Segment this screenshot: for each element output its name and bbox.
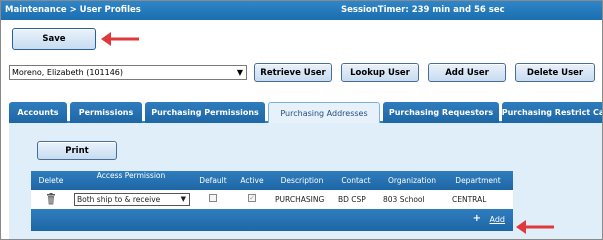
table-row: Both ship to & receive ▼ ✓ PURCHASING BD…	[31, 190, 513, 209]
column-header-description: Description	[280, 176, 324, 185]
cell-description: PURCHASING	[275, 195, 325, 204]
column-header-contact: Contact	[341, 176, 371, 185]
print-button[interactable]: Print	[37, 141, 117, 160]
access-permission-select[interactable]: Both ship to & receive ▼	[74, 193, 190, 206]
user-select[interactable]: Moreno, Elizabeth (101146) ▼	[9, 65, 247, 80]
add-user-button[interactable]: Add User	[428, 63, 506, 82]
column-header-default: Default	[199, 176, 227, 185]
tab-permissions[interactable]: Permissions	[70, 102, 142, 123]
add-link[interactable]: Add	[490, 215, 506, 224]
red-arrow-icon	[101, 32, 139, 46]
column-header-active: Active	[240, 176, 264, 185]
trash-icon[interactable]	[46, 193, 56, 205]
column-header-organization: Organization	[388, 176, 436, 185]
column-header-delete: Delete	[38, 176, 64, 185]
tab-purchasing-permissions[interactable]: Purchasing Permissions	[145, 102, 265, 123]
cell-organization: 803 School	[383, 195, 425, 204]
session-timer: SessionTimer: 239 min and 56 sec	[341, 5, 505, 15]
top-bar: Maintenance > User Profiles SessionTimer…	[1, 1, 602, 20]
grid-footer: + Add	[31, 209, 513, 231]
dropdown-caret-icon: ▼	[236, 68, 243, 77]
delete-user-button[interactable]: Delete User	[515, 63, 595, 82]
column-header-department: Department	[455, 176, 501, 185]
tab-purchasing-restrict-categories[interactable]: Purchasing Restrict Ca	[502, 102, 602, 123]
tab-accounts[interactable]: Accounts	[9, 102, 67, 123]
grid-header: Delete Access Permission Default Active …	[31, 171, 513, 190]
retrieve-user-button[interactable]: Retrieve User	[254, 63, 332, 82]
user-select-value: Moreno, Elizabeth (101146)	[12, 68, 124, 77]
default-checkbox[interactable]	[209, 194, 217, 202]
save-button[interactable]: Save	[12, 28, 96, 50]
cell-contact: BD CSP	[338, 195, 366, 204]
red-arrow-icon	[516, 220, 554, 234]
active-checkbox[interactable]: ✓	[248, 194, 256, 202]
dropdown-caret-icon: ▼	[180, 195, 186, 203]
app-window: Maintenance > User Profiles SessionTimer…	[0, 0, 603, 240]
lookup-user-button[interactable]: Lookup User	[341, 63, 419, 82]
cell-department: CENTRAL	[452, 195, 487, 204]
plus-icon[interactable]: +	[473, 213, 481, 224]
tab-purchasing-requestors[interactable]: Purchasing Requestors	[383, 102, 499, 123]
breadcrumb: Maintenance > User Profiles	[5, 5, 141, 15]
tab-purchasing-addresses[interactable]: Purchasing Addresses	[268, 102, 380, 123]
column-header-access-permission: Access Permission	[96, 171, 166, 180]
access-permission-value: Both ship to & receive	[77, 195, 161, 204]
